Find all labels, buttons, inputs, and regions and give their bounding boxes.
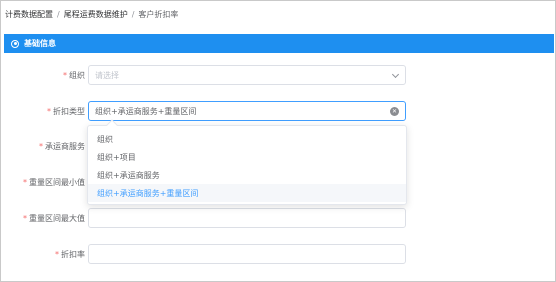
- required-asterisk: *: [47, 106, 51, 116]
- org-label: * 组织: [63, 70, 85, 80]
- form-row-discount-type: * 折扣类型 组织+承运商服务+重量区间 ✕: [1, 101, 556, 121]
- form-row-weight-max: * 重量区间最大值: [1, 208, 556, 228]
- required-asterisk: *: [23, 213, 27, 223]
- discount-rate-input[interactable]: [88, 244, 406, 264]
- discount-type-label: * 折扣类型: [47, 106, 85, 116]
- org-select-placeholder: 请选择: [95, 70, 119, 80]
- required-asterisk: *: [39, 141, 43, 151]
- carrier-service-label: * 承运商服务: [39, 141, 85, 151]
- clear-icon[interactable]: ✕: [390, 107, 399, 116]
- breadcrumb-separator: /: [57, 9, 60, 19]
- discount-type-select[interactable]: 组织+承运商服务+重量区间 ✕: [88, 101, 406, 121]
- required-asterisk: *: [23, 177, 27, 187]
- section-header-basic-info: 基础信息: [4, 34, 554, 53]
- discount-type-value: 组织+承运商服务+重量区间: [95, 106, 197, 116]
- dropdown-option-org-project[interactable]: 组织+项目: [88, 148, 406, 166]
- weight-min-label: * 重量区间最小值: [23, 177, 85, 187]
- breadcrumb-item-billing-config[interactable]: 计费数据配置: [5, 9, 53, 20]
- page-frame: 计费数据配置 / 尾程运费数据维护 / 客户折扣率 基础信息 * 组织 请选择 …: [0, 0, 556, 282]
- info-circle-icon: [11, 39, 19, 48]
- breadcrumb-separator: /: [131, 9, 135, 19]
- dropdown-option-org[interactable]: 组织: [88, 130, 406, 148]
- weight-max-input[interactable]: [88, 208, 406, 228]
- breadcrumb-item-customer-discount: 客户折扣率: [138, 9, 179, 19]
- chevron-down-icon[interactable]: [391, 70, 400, 79]
- dropdown-arrow: [106, 119, 118, 131]
- form-row-org: * 组织 请选择: [1, 65, 556, 85]
- dropdown-option-org-carrier[interactable]: 组织+承运商服务: [88, 166, 406, 184]
- required-asterisk: *: [55, 249, 59, 259]
- required-asterisk: *: [63, 70, 67, 80]
- breadcrumb-item-last-mile-freight[interactable]: 尾程运费数据维护: [64, 9, 128, 20]
- section-title: 基础信息: [24, 39, 56, 48]
- dropdown-option-org-carrier-weight[interactable]: 组织+承运商服务+重量区间: [88, 184, 406, 202]
- breadcrumb: 计费数据配置 / 尾程运费数据维护 / 客户折扣率: [5, 7, 178, 21]
- form-row-discount-rate: * 折扣率: [1, 244, 556, 264]
- discount-type-dropdown: 组织 组织+项目 组织+承运商服务 组织+承运商服务+重量区间: [87, 119, 407, 205]
- discount-rate-label: * 折扣率: [55, 249, 85, 259]
- weight-max-label: * 重量区间最大值: [23, 213, 85, 223]
- org-select[interactable]: 请选择: [88, 65, 406, 85]
